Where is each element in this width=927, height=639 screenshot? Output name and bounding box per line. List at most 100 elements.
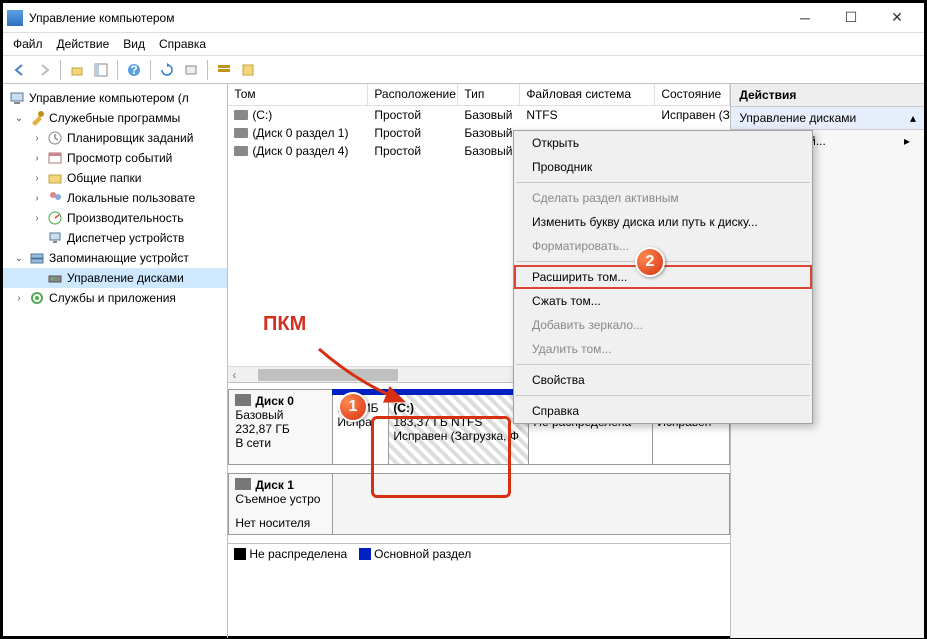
- disk-icon: [235, 478, 251, 490]
- expand-icon[interactable]: ›: [13, 293, 25, 304]
- tree-label: Производительность: [67, 211, 183, 225]
- tree-pane: Управление компьютером (л ⌄ Служебные пр…: [3, 84, 228, 638]
- device-icon: [47, 230, 63, 246]
- ctx-change-letter[interactable]: Изменить букву диска или путь к диску...: [514, 210, 812, 234]
- svg-text:?: ?: [130, 63, 137, 77]
- folder-shared-icon: [47, 170, 63, 186]
- users-icon: [47, 190, 63, 206]
- tree-label: Служебные программы: [49, 111, 180, 125]
- ctx-open[interactable]: Открыть: [514, 131, 812, 155]
- annotation-badge-2: 2: [635, 247, 665, 277]
- services-icon: [29, 290, 45, 306]
- tools-icon: [29, 110, 45, 126]
- drive-icon: [234, 146, 248, 156]
- minimize-button[interactable]: ─: [782, 4, 828, 32]
- up-button[interactable]: [66, 59, 88, 81]
- tree-svcapps[interactable]: › Службы и приложения: [3, 288, 227, 308]
- app-icon: [7, 10, 23, 26]
- toolbar-btn-5[interactable]: [180, 59, 202, 81]
- close-button[interactable]: ✕: [874, 4, 920, 32]
- annotation-badge-1: 1: [338, 392, 368, 422]
- tree-diskmgmt[interactable]: Управление дисками: [3, 268, 227, 288]
- col-type[interactable]: Тип: [458, 84, 520, 105]
- menu-bar: Файл Действие Вид Справка: [3, 33, 924, 56]
- tree-label: Просмотр событий: [67, 151, 172, 165]
- tree-performance[interactable]: › Производительность: [3, 208, 227, 228]
- ctx-properties[interactable]: Свойства: [514, 368, 812, 392]
- legend-unalloc-color: [234, 548, 246, 560]
- tree-root[interactable]: Управление компьютером (л: [3, 88, 227, 108]
- toolbar: ?: [3, 56, 924, 84]
- col-volume[interactable]: Том: [228, 84, 368, 105]
- legend: Не распределена Основной раздел: [228, 543, 730, 564]
- tree-root-label: Управление компьютером (л: [29, 91, 189, 105]
- tree-eventviewer[interactable]: › Просмотр событий: [3, 148, 227, 168]
- disk1-row: Диск 1 Съемное устро Нет носителя: [228, 473, 730, 535]
- annotation-arrow: [313, 343, 423, 423]
- chevron-right-icon: ▸: [904, 134, 910, 148]
- drive-icon: [234, 128, 248, 138]
- maximize-button[interactable]: ☐: [828, 4, 874, 32]
- collapse-icon[interactable]: ⌄: [13, 113, 25, 124]
- clock-icon: [47, 130, 63, 146]
- disk1-info[interactable]: Диск 1 Съемное устро Нет носителя: [228, 473, 333, 535]
- tree-label: Общие папки: [67, 171, 141, 185]
- tree-label: Планировщик заданий: [67, 131, 193, 145]
- storage-icon: [29, 250, 45, 266]
- ctx-add-mirror[interactable]: Добавить зеркало...: [514, 313, 812, 337]
- computer-icon: [9, 90, 25, 106]
- toolbar-btn-7[interactable]: [237, 59, 259, 81]
- tree-devmgr[interactable]: Диспетчер устройств: [3, 228, 227, 248]
- tree-localusers[interactable]: › Локальные пользовате: [3, 188, 227, 208]
- expand-icon[interactable]: ›: [31, 153, 43, 164]
- disk-icon: [235, 394, 251, 406]
- show-hide-tree-button[interactable]: [90, 59, 112, 81]
- back-button[interactable]: [9, 59, 31, 81]
- ctx-delete-volume[interactable]: Удалить том...: [514, 337, 812, 361]
- disk1-empty[interactable]: [332, 473, 730, 535]
- volume-header: Том Расположение Тип Файловая система Со…: [228, 84, 730, 106]
- drive-icon: [234, 110, 248, 120]
- refresh-button[interactable]: [156, 59, 178, 81]
- actions-diskmgmt[interactable]: Управление дисками ▴: [731, 107, 924, 130]
- help-button[interactable]: ?: [123, 59, 145, 81]
- ctx-help[interactable]: Справка: [514, 399, 812, 423]
- tree-label: Управление дисками: [67, 271, 184, 285]
- tree-label: Локальные пользовате: [67, 191, 195, 205]
- title-bar: Управление компьютером ─ ☐ ✕: [3, 3, 924, 33]
- menu-view[interactable]: Вид: [123, 37, 145, 51]
- forward-button[interactable]: [33, 59, 55, 81]
- menu-help[interactable]: Справка: [159, 37, 206, 51]
- context-menu: Открыть Проводник Сделать раздел активны…: [513, 130, 813, 424]
- tree-storage[interactable]: ⌄ Запоминающие устройст: [3, 248, 227, 268]
- ctx-shrink-volume[interactable]: Сжать том...: [514, 289, 812, 313]
- expand-icon[interactable]: ›: [31, 173, 43, 184]
- col-fs[interactable]: Файловая система: [520, 84, 655, 105]
- col-status[interactable]: Состояние: [655, 84, 730, 105]
- tree-shared[interactable]: › Общие папки: [3, 168, 227, 188]
- disk-icon: [47, 270, 63, 286]
- col-layout[interactable]: Расположение: [368, 84, 458, 105]
- window-title: Управление компьютером: [29, 11, 782, 25]
- tree-label: Запоминающие устройст: [49, 251, 189, 265]
- tree-services-tools[interactable]: ⌄ Служебные программы: [3, 108, 227, 128]
- ctx-make-active[interactable]: Сделать раздел активным: [514, 186, 812, 210]
- annotation-pkm-label: ПКМ: [263, 313, 306, 336]
- chevron-up-icon: ▴: [910, 111, 916, 125]
- expand-icon[interactable]: ›: [31, 213, 43, 224]
- tree-label: Диспетчер устройств: [67, 231, 184, 245]
- actions-header: Действия: [731, 84, 924, 107]
- collapse-icon[interactable]: ⌄: [13, 253, 25, 264]
- menu-file[interactable]: Файл: [13, 37, 43, 51]
- volume-row[interactable]: (C:) Простой Базовый NTFS Исправен (Загр…: [228, 106, 730, 124]
- tree-label: Службы и приложения: [49, 291, 176, 305]
- expand-icon[interactable]: ›: [31, 193, 43, 204]
- menu-action[interactable]: Действие: [57, 37, 110, 51]
- event-icon: [47, 150, 63, 166]
- tree-scheduler[interactable]: › Планировщик заданий: [3, 128, 227, 148]
- legend-primary-color: [359, 548, 371, 560]
- toolbar-btn-6[interactable]: [213, 59, 235, 81]
- expand-icon[interactable]: ›: [31, 133, 43, 144]
- performance-icon: [47, 210, 63, 226]
- ctx-explorer[interactable]: Проводник: [514, 155, 812, 179]
